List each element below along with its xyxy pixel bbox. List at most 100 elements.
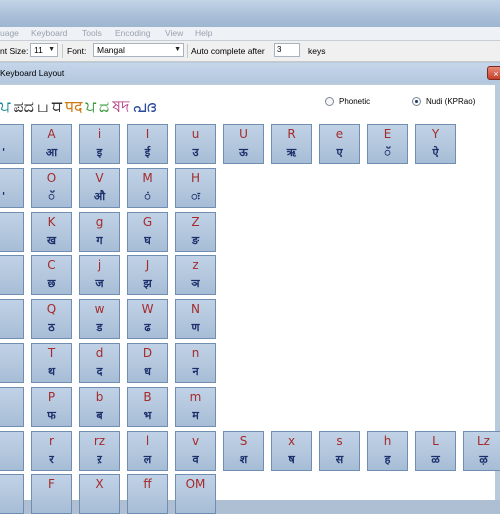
- menu-tools[interactable]: Tools: [82, 28, 102, 38]
- key-t[interactable]: Tथ: [31, 343, 72, 383]
- key-w[interactable]: Wढ: [127, 299, 168, 339]
- key-k[interactable]: Kख: [31, 212, 72, 252]
- key-n[interactable]: Nण: [175, 299, 216, 339]
- logo-glyph: ಪದ: [13, 97, 34, 116]
- key-devanagari-label: ह: [384, 453, 391, 466]
- key-edge[interactable]: [0, 255, 24, 295]
- font-size-select[interactable]: 11 ▼: [30, 43, 58, 57]
- key-q[interactable]: Qठ: [31, 299, 72, 339]
- nudi-option[interactable]: Nudi (KPRao): [412, 97, 475, 106]
- key-h[interactable]: Hः: [175, 168, 216, 208]
- key-w[interactable]: wड: [79, 299, 120, 339]
- key-edge[interactable]: [0, 387, 24, 427]
- key-d[interactable]: Dध: [127, 343, 168, 383]
- key-latin-label: [0, 391, 23, 403]
- key-devanagari-label: ङ: [191, 234, 199, 247]
- key-n[interactable]: nन: [175, 343, 216, 383]
- logo-glyph: ப: [36, 97, 49, 116]
- key-m[interactable]: Mं: [127, 168, 168, 208]
- key-edge[interactable]: [0, 431, 24, 471]
- key-j[interactable]: jज: [79, 255, 120, 295]
- key-r[interactable]: Rऋ: [271, 124, 312, 164]
- key-latin-label: X: [95, 477, 104, 491]
- key-edge[interactable]: ': [0, 168, 24, 208]
- key-edge[interactable]: [0, 343, 24, 383]
- key-devanagari-label: [0, 409, 23, 423]
- phonetic-option[interactable]: Phonetic: [325, 97, 370, 106]
- key-b[interactable]: bब: [79, 387, 120, 427]
- menu-encoding[interactable]: Encoding: [115, 28, 150, 38]
- key-j[interactable]: Jझ: [127, 255, 168, 295]
- key-g[interactable]: gग: [79, 212, 120, 252]
- key-v[interactable]: Vऔ: [79, 168, 120, 208]
- menu-help[interactable]: Help: [195, 28, 212, 38]
- key-edge[interactable]: [0, 299, 24, 339]
- key-latin-label: i: [97, 127, 102, 141]
- key-u[interactable]: Uऊ: [223, 124, 264, 164]
- key-b[interactable]: Bभ: [127, 387, 168, 427]
- key-om[interactable]: OM: [175, 474, 216, 514]
- key-i[interactable]: Iई: [127, 124, 168, 164]
- key-r[interactable]: rर: [31, 431, 72, 471]
- key-y[interactable]: Yऐ: [415, 124, 456, 164]
- nudi-label: Nudi (KPRao): [426, 97, 476, 106]
- key-latin-label: N: [191, 302, 200, 316]
- key-z[interactable]: zञ: [175, 255, 216, 295]
- key-ff[interactable]: ff: [127, 474, 168, 514]
- key-latin-label: [0, 259, 23, 271]
- key-devanagari-label: झ: [143, 277, 152, 290]
- key-l[interactable]: Lळ: [415, 431, 456, 471]
- key-c[interactable]: Cछ: [31, 255, 72, 295]
- key-v[interactable]: vव: [175, 431, 216, 471]
- logo-glyph: ਪ: [85, 97, 96, 116]
- key-devanagari-label: [0, 321, 23, 335]
- menu-language[interactable]: uage: [0, 28, 19, 38]
- key-a[interactable]: Aआ: [31, 124, 72, 164]
- key-latin-label: M: [142, 171, 153, 185]
- key-edge[interactable]: [0, 212, 24, 252]
- key-g[interactable]: Gघ: [127, 212, 168, 252]
- key-devanagari-label: ध: [144, 365, 151, 378]
- key-i[interactable]: iइ: [79, 124, 120, 164]
- key-f[interactable]: F: [31, 474, 72, 514]
- key-z[interactable]: Zङ: [175, 212, 216, 252]
- font-select[interactable]: Mangal ▼: [93, 43, 184, 57]
- key-devanagari-label: [128, 496, 167, 510]
- key-devanagari-label: ण: [191, 321, 200, 334]
- key-h[interactable]: hह: [367, 431, 408, 471]
- key-e[interactable]: Eॅ: [367, 124, 408, 164]
- key-latin-label: g: [95, 215, 104, 229]
- menu-keyboard[interactable]: Keyboard: [31, 28, 67, 38]
- window-title: Keyboard Layout: [0, 68, 65, 78]
- key-x[interactable]: X: [79, 474, 120, 514]
- key-s[interactable]: sस: [319, 431, 360, 471]
- key-s[interactable]: Sश: [223, 431, 264, 471]
- key-m[interactable]: mम: [175, 387, 216, 427]
- key-latin-label: [0, 303, 23, 315]
- menu-view[interactable]: View: [165, 28, 183, 38]
- key-o[interactable]: Oॅ: [31, 168, 72, 208]
- autocomplete-label: Auto complete after: [191, 46, 265, 56]
- key-rz[interactable]: rz ऱ: [79, 431, 120, 471]
- font-size-value: 11: [34, 45, 43, 55]
- key-u[interactable]: uउ: [175, 124, 216, 164]
- toolbar: nt Size: 11 ▼ Font: Mangal ▼ Auto comple…: [0, 41, 500, 62]
- key-lz[interactable]: Lz ऴ: [463, 431, 500, 471]
- radio-icon[interactable]: [325, 97, 334, 106]
- autocomplete-stepper[interactable]: 3: [274, 43, 300, 57]
- key-p[interactable]: Pफ: [31, 387, 72, 427]
- key-latin-label: G: [142, 215, 153, 229]
- key-d[interactable]: dद: [79, 343, 120, 383]
- radio-selected-icon[interactable]: [412, 97, 421, 106]
- key-latin-label: b: [95, 390, 104, 404]
- key-latin-label: [0, 347, 23, 359]
- key-x[interactable]: xष: [271, 431, 312, 471]
- key-edge[interactable]: [0, 474, 24, 514]
- key-l[interactable]: lल: [127, 431, 168, 471]
- key-edge[interactable]: ': [0, 124, 24, 164]
- key-devanagari-label: ऐ: [432, 146, 439, 159]
- key-e[interactable]: eए: [319, 124, 360, 164]
- key-latin-label: T: [47, 346, 56, 360]
- key-latin-label: n: [191, 346, 200, 360]
- close-icon[interactable]: ×: [487, 66, 500, 80]
